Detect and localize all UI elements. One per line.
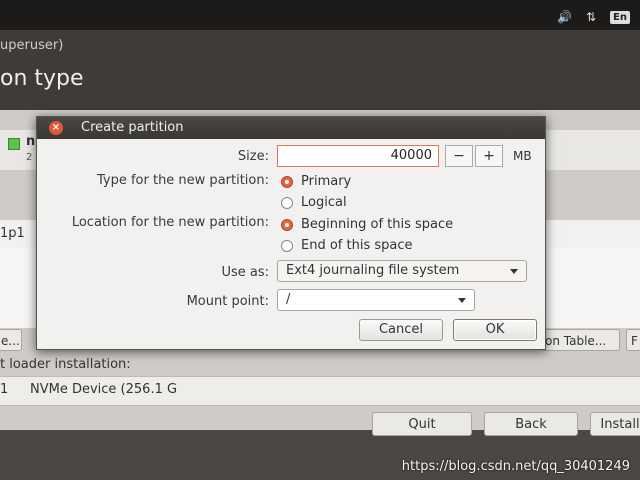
mount-point-label: Mount point: [186, 294, 269, 309]
partition-location-label: Location for the new partition: [71, 215, 269, 230]
keyboard-language-indicator[interactable]: En [610, 10, 630, 24]
type-primary-radio[interactable] [281, 176, 293, 188]
install-now-button[interactable]: Install [590, 412, 640, 436]
partition-list-row-label: 1p1 [0, 226, 25, 241]
top-panel: 🔊 ⇅ En [0, 0, 640, 30]
size-label: Size: [237, 149, 269, 164]
bootloader-device-name: NVMe Device (256.1 G [30, 382, 178, 397]
mount-point-combobox[interactable]: / [277, 289, 475, 311]
type-primary-label[interactable]: Primary [301, 174, 351, 189]
type-logical-radio[interactable] [281, 197, 293, 209]
use-as-value: Ext4 journaling file system [286, 263, 460, 278]
use-as-dropdown[interactable]: Ext4 journaling file system [277, 260, 527, 282]
cancel-button[interactable]: Cancel [359, 319, 443, 341]
bootloader-label: t loader installation: [0, 357, 131, 372]
quit-button[interactable]: Quit [372, 412, 472, 436]
installer-header: uperuser) on type [0, 30, 640, 110]
bootloader-device-index: 1 [0, 382, 9, 397]
partition-type-label: Type for the new partition: [96, 173, 269, 188]
installer-page-title: on type [0, 66, 84, 91]
volume-icon[interactable]: 🔊 [557, 10, 572, 24]
size-increment-button[interactable]: + [475, 145, 503, 167]
size-decrement-button[interactable]: − [445, 145, 473, 167]
new-partition-table-button[interactable]: on Table... [540, 329, 620, 351]
location-end-label[interactable]: End of this space [301, 238, 413, 253]
partition-color-swatch [8, 138, 20, 150]
create-partition-dialog: × Create partition Size: 40000 − + MB Ty… [36, 116, 546, 350]
size-input[interactable]: 40000 [277, 145, 439, 167]
screen: 🔊 ⇅ En uperuser) on type n 2 1p1 e... on… [0, 0, 640, 480]
location-beginning-label[interactable]: Beginning of this space [301, 217, 453, 232]
chevron-down-icon [510, 269, 518, 274]
size-unit: MB [513, 149, 532, 163]
partition-bar-sublabel: 2 [26, 152, 33, 163]
partition-bar-label: n [26, 134, 36, 149]
type-logical-label[interactable]: Logical [301, 195, 347, 210]
network-icon[interactable]: ⇅ [586, 10, 596, 24]
watermark-url: https://blog.csdn.net/qq_30401249 [401, 459, 630, 474]
revert-button[interactable]: F [626, 329, 640, 351]
use-as-label: Use as: [221, 265, 269, 280]
chevron-down-icon[interactable] [458, 298, 466, 303]
dialog-titlebar: × Create partition [37, 117, 545, 139]
change-partition-button[interactable]: e... [0, 329, 22, 351]
close-icon[interactable]: × [49, 121, 63, 135]
back-button[interactable]: Back [484, 412, 578, 436]
ok-button[interactable]: OK [453, 319, 537, 341]
location-beginning-radio[interactable] [281, 219, 293, 231]
system-tray: 🔊 ⇅ En [557, 10, 630, 24]
location-end-radio[interactable] [281, 240, 293, 252]
installer-window-title: uperuser) [0, 38, 64, 53]
dialog-title: Create partition [81, 120, 184, 135]
mount-point-value[interactable]: / [286, 292, 290, 307]
